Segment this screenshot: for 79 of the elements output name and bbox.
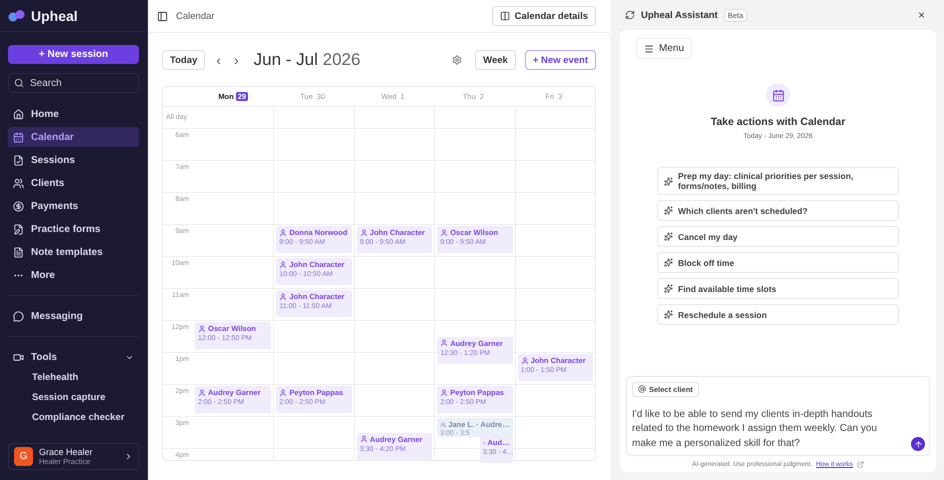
next-button[interactable]: ›	[232, 52, 241, 68]
person-icon	[440, 228, 448, 236]
chevron-icon	[124, 452, 133, 461]
chat-icon	[13, 310, 24, 322]
sparkle-icon	[664, 232, 673, 241]
nav-item[interactable]: Payments	[8, 196, 139, 216]
person-icon	[198, 324, 206, 332]
search-field[interactable]: Search	[8, 73, 139, 93]
assistant-heading: Take actions with Calendar	[710, 116, 846, 128]
video-icon	[13, 352, 24, 362]
brand-name: Upheal	[31, 8, 78, 24]
assistant-icon	[625, 10, 635, 20]
sparkle-icon	[664, 284, 673, 293]
date-range: Jun - Jul 2026	[254, 50, 360, 70]
nav-item[interactable]: Telehealth	[8, 367, 139, 387]
nav-item[interactable]: Sessions	[8, 150, 139, 170]
person-icon	[279, 228, 288, 236]
person-icon	[198, 388, 206, 396]
new-session-button[interactable]: + New session	[8, 45, 139, 64]
users-icon	[13, 178, 24, 188]
nav-item[interactable]: Messaging	[8, 306, 139, 326]
sparkle-icon	[664, 206, 673, 215]
person-icon	[440, 388, 448, 396]
suggestion-button[interactable]: Block off time	[657, 252, 899, 273]
avatar: G	[14, 447, 33, 466]
dollar-icon	[13, 200, 24, 212]
menu-button[interactable]: Menu	[636, 38, 692, 59]
menu-icon	[644, 44, 654, 54]
today-button[interactable]: Today	[162, 50, 206, 70]
suggestion-button[interactable]: Reschedule a session	[657, 304, 899, 325]
person-icon	[360, 435, 368, 443]
file-check-icon	[13, 154, 24, 166]
breadcrumb: Calendar	[176, 10, 215, 22]
send-button[interactable]	[911, 437, 925, 451]
suggestion-button[interactable]: Cancel my day	[657, 226, 899, 247]
calendar-icon	[766, 83, 790, 107]
person-icon	[279, 260, 288, 268]
form-icon	[13, 224, 24, 234]
house-icon	[13, 108, 24, 120]
nav-item[interactable]: Session capture	[8, 387, 139, 407]
panel-title: Upheal Assistant	[641, 10, 718, 20]
panel-icon	[500, 11, 510, 21]
logo-icon	[8, 10, 26, 22]
external-link-icon	[856, 461, 864, 468]
new-event-button[interactable]: + New event	[524, 50, 596, 70]
suggestion-button[interactable]: Which clients aren't scheduled?	[657, 200, 899, 221]
settings-icon[interactable]	[452, 55, 462, 65]
message-field[interactable]: I'd like to be able to send my clients in-depth handouts related to the homework I assign them weekly. Can you make me a personalized skill for that?	[632, 408, 901, 451]
nav-item[interactable]: Compliance checker	[8, 407, 139, 427]
user-name: Grace Healer	[39, 447, 93, 457]
group-icon	[440, 420, 446, 428]
person-icon	[279, 388, 288, 396]
arrow-up-icon	[914, 440, 922, 448]
sparkle-icon	[664, 310, 673, 319]
search-icon	[14, 78, 24, 88]
calendar-details-button[interactable]: Calendar details	[492, 6, 596, 26]
sparkle-icon	[664, 176, 673, 186]
suggestion-button[interactable]: Find available time slots	[657, 278, 899, 299]
suggestion-button[interactable]: Prep my day: clinical priorities per session, forms/notes, billing	[657, 167, 899, 195]
document-icon	[13, 246, 24, 258]
sparkle-icon	[664, 258, 673, 267]
person-icon	[360, 228, 368, 236]
person-icon	[482, 438, 486, 446]
tools-toggle[interactable]: Tools	[8, 347, 139, 367]
person-icon	[520, 356, 529, 364]
sidebar-toggle-icon[interactable]	[157, 10, 168, 22]
previous-button[interactable]: ‹	[214, 52, 223, 68]
nav-item[interactable]: Calendar	[8, 127, 139, 147]
nav-item[interactable]: Note templates	[8, 242, 139, 262]
close-button[interactable]: ×	[912, 7, 931, 23]
nav-item[interactable]: More	[8, 265, 139, 285]
nav-item[interactable]: Home	[8, 104, 139, 124]
person-icon	[279, 292, 288, 300]
person-icon	[440, 339, 448, 347]
nav-item[interactable]: Clients	[8, 173, 139, 193]
calendar-icon	[13, 132, 24, 142]
at-icon	[638, 385, 646, 393]
nav-item[interactable]: Practice forms	[8, 219, 139, 239]
view-button[interactable]: Week	[475, 50, 516, 70]
